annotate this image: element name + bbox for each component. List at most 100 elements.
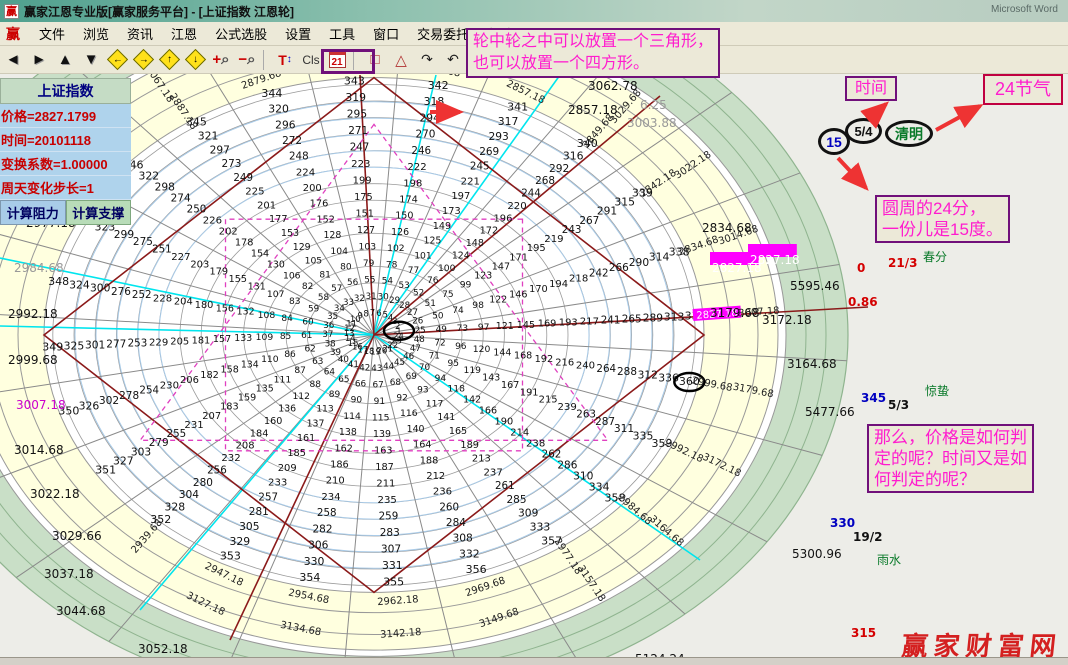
wheel-number: 232 [221, 453, 240, 464]
title-bar: 赢 赢家江恩专业版[赢家服务平台] - [上证指数 江恩轮] Microsoft… [0, 0, 1068, 22]
wheel-number: 290 [629, 256, 650, 269]
wheel-number: 80 [340, 262, 352, 272]
next-arrow-icon[interactable]: ► [27, 49, 51, 71]
wheel-number: 141 [437, 412, 455, 423]
wheel-number: 157 [213, 334, 231, 345]
wheel-number: 137 [307, 418, 325, 429]
wheel-number: 214 [510, 428, 529, 439]
wheel-number: 145 [517, 320, 535, 331]
wheel-number: 78 [386, 260, 398, 270]
wheel-number: 75 [442, 290, 454, 300]
calc-resistance-button[interactable]: 计算阻力 [0, 200, 66, 225]
wheel-number: 134 [241, 359, 259, 370]
date-label: 21/3 [888, 256, 917, 270]
wheel-number: 235 [378, 495, 397, 506]
triangle-tool-icon[interactable]: △ [389, 49, 413, 71]
diamond-up-icon[interactable]: ↑ [157, 49, 181, 71]
wheel-number: 199 [353, 175, 372, 186]
calendar-icon[interactable]: 21 [325, 49, 349, 71]
wheel-number: 56 [347, 278, 359, 288]
square-tool-icon[interactable]: □ [363, 49, 387, 71]
cls-button[interactable]: Cls [299, 49, 323, 71]
prev-arrow-icon[interactable]: ◄ [1, 49, 25, 71]
menu-settings[interactable]: 设置 [276, 22, 320, 45]
wheel-number: 302 [99, 394, 119, 407]
wheel-number: 122 [489, 295, 507, 306]
menu-logo-icon: 赢 [6, 24, 20, 44]
wheel-number: 72 [434, 338, 445, 348]
wheel-number: 32 [354, 294, 365, 304]
wheel-number: 177 [269, 214, 288, 225]
menu-tools[interactable]: 工具 [320, 22, 364, 45]
zoom-in-icon[interactable]: +⌕ [209, 49, 233, 71]
menu-window[interactable]: 窗口 [364, 22, 408, 45]
wheel-number: 8 [363, 310, 368, 320]
wheel-number: 53 [398, 281, 409, 291]
wheel-number: 166 [479, 406, 497, 417]
diamond-right-icon[interactable]: → [131, 49, 155, 71]
wheel-number: 64 [324, 367, 336, 377]
wheel-number: 161 [297, 433, 315, 444]
rotate-ccw-icon[interactable]: ↶ [441, 49, 465, 71]
wheel-number: 190 [495, 417, 514, 428]
wheel-number: 256 [207, 464, 227, 476]
wheel-number: 316 [563, 149, 584, 162]
down-arrow-icon[interactable]: ▼ [79, 49, 103, 71]
wheel-number: 224 [296, 167, 315, 178]
wheel-number: 303 [131, 445, 151, 458]
wheel-number: 154 [251, 248, 269, 259]
wheel-number: 30 [378, 293, 389, 303]
wheel-number: 58 [318, 293, 330, 303]
wheel-tooltip-box: 轮中轮之中可以放置一个三角形， 也可以放置一个四方形。 [466, 28, 720, 78]
step-row: 周天变化步长=1 [0, 176, 131, 200]
wheel-number: 195 [527, 243, 546, 254]
wheel-number: 50 [432, 311, 444, 321]
wheel-number: 132 [237, 307, 255, 318]
wheel-number: 108 [258, 310, 276, 321]
wheel-number: 335 [633, 430, 654, 443]
wheel-number: 146 [509, 289, 527, 300]
outer-price-label: 3062.78 [588, 79, 638, 93]
time-axis-icon[interactable]: T↕ [273, 49, 297, 71]
wheel-number: 170 [529, 284, 548, 295]
menu-browse[interactable]: 浏览 [74, 22, 118, 45]
bottom-status-strip [0, 657, 1068, 665]
wheel-number: 328 [164, 501, 185, 514]
index-info-panel: 上证指数 价格=2827.1799 时间=20101118 变换系数=1.000… [0, 78, 131, 225]
calc-support-button[interactable]: 计算支撑 [66, 200, 132, 225]
wheel-number: 124 [452, 250, 470, 261]
wheel-number: 172 [480, 226, 499, 237]
diamond-left-icon[interactable]: ← [105, 49, 129, 71]
wheel-number: 130 [267, 259, 285, 270]
diamond-down-icon[interactable]: ↓ [183, 49, 207, 71]
wheel-number: 175 [354, 192, 373, 203]
wheel-number: 309 [518, 507, 539, 520]
wheel-number: 320 [268, 103, 289, 116]
wheel-number: 201 [257, 200, 276, 211]
wheel-number: 220 [507, 201, 526, 212]
outer-price-label: 2992.18 [8, 307, 58, 321]
menu-news[interactable]: 资讯 [118, 22, 162, 45]
up-arrow-icon[interactable]: ▲ [53, 49, 77, 71]
menu-file[interactable]: 文件 [30, 22, 74, 45]
wheel-number: 111 [274, 374, 292, 385]
gann-wheel-chart-area: 1234567891011121314151617181920212223242… [0, 74, 1068, 665]
menu-formula-stockpick[interactable]: 公式选股 [206, 22, 276, 45]
wheel-number: 341 [507, 100, 528, 113]
outer-price-label: 6.25 [640, 98, 667, 112]
wheel-number: 143 [482, 373, 500, 384]
wheel-number: 110 [261, 354, 279, 365]
wheel-number: 285 [507, 494, 527, 506]
wheel-number: 202 [219, 226, 238, 237]
wheel-number: 317 [498, 115, 519, 128]
wheel-number: 205 [170, 336, 189, 347]
wheel-number: 206 [180, 375, 199, 386]
index-name: 上证指数 [0, 78, 131, 104]
zoom-out-icon[interactable]: −⌕ [235, 49, 259, 71]
degree-label: 0.86 [848, 295, 878, 309]
rotate-cw-icon[interactable]: ↷ [415, 49, 439, 71]
wheel-number: 67 [372, 380, 383, 390]
wheel-number: 353 [220, 550, 241, 563]
degree-label: 345 [861, 391, 886, 405]
menu-gann[interactable]: 江恩 [162, 22, 206, 45]
